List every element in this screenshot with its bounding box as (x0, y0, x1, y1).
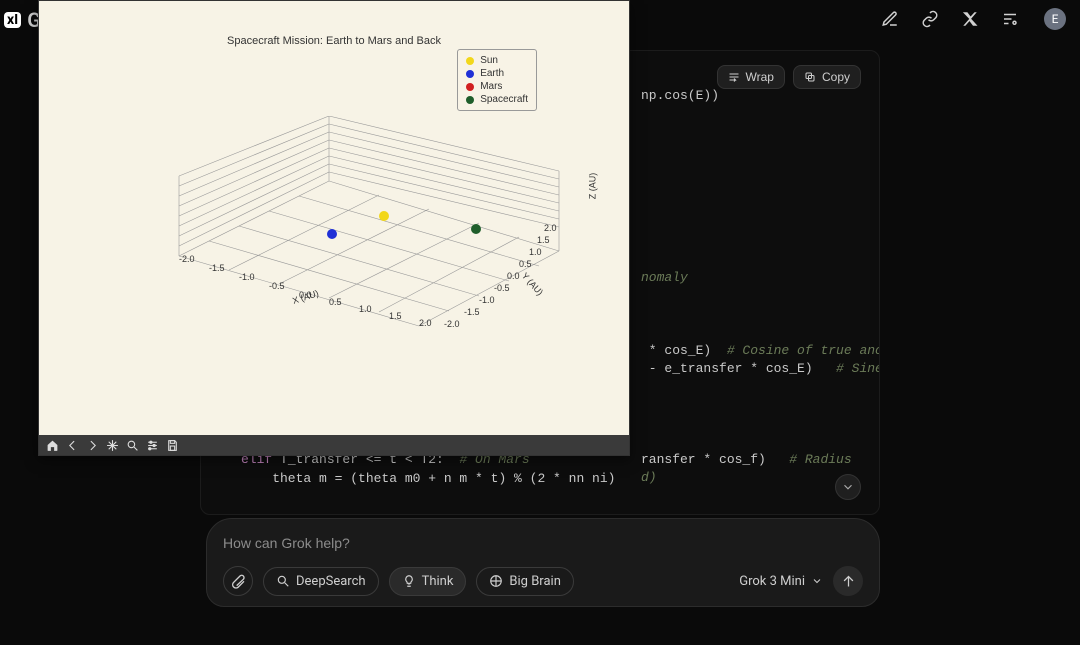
chevron-down-icon (811, 575, 823, 587)
y-tick: -2.0 (444, 319, 460, 329)
y-tick: 1.5 (537, 235, 550, 245)
bigbrain-chip[interactable]: Big Brain (476, 567, 573, 596)
chat-input-toolbar: DeepSearch Think Big Brain Grok 3 Mini (223, 566, 863, 596)
z-axis-label: Z (AU) (587, 173, 597, 200)
point-spacecraft (471, 224, 481, 234)
chat-input[interactable] (223, 535, 863, 551)
y-tick: 0.5 (519, 259, 532, 269)
x-tick: 2.0 (419, 318, 432, 328)
configure-icon[interactable] (143, 436, 161, 454)
legend-label: Sun (480, 54, 498, 67)
point-earth (327, 229, 337, 239)
plot-title: Spacecraft Mission: Earth to Mars and Ba… (39, 35, 629, 47)
matplotlib-window: Spacecraft Mission: Earth to Mars and Ba… (38, 0, 630, 456)
plot-canvas: Spacecraft Mission: Earth to Mars and Ba… (39, 1, 629, 435)
x-tick: 1.0 (359, 304, 372, 314)
bigbrain-label: Big Brain (509, 574, 560, 589)
y-tick: 2.0 (544, 223, 557, 233)
top-header: E (880, 8, 1066, 30)
legend-marker-spacecraft (466, 96, 474, 104)
legend-label: Mars (480, 80, 502, 93)
attach-button[interactable] (223, 566, 253, 596)
forward-icon[interactable] (83, 436, 101, 454)
pan-icon[interactable] (103, 436, 121, 454)
plot-legend: Sun Earth Mars Spacecraft (457, 49, 537, 111)
think-label: Think (422, 574, 454, 589)
home-icon[interactable] (43, 436, 61, 454)
chat-input-area: DeepSearch Think Big Brain Grok 3 Mini (206, 518, 880, 607)
x-tick: -1.0 (239, 272, 255, 282)
compose-icon[interactable] (880, 9, 900, 29)
x-tick: 1.5 (389, 311, 402, 321)
save-icon[interactable] (163, 436, 181, 454)
send-button[interactable] (833, 566, 863, 596)
logo-badge: xI (4, 12, 21, 28)
y-tick: -1.5 (464, 307, 480, 317)
x-tick: -2.0 (179, 254, 195, 264)
matplotlib-toolbar (39, 435, 629, 455)
avatar[interactable]: E (1044, 8, 1066, 30)
legend-label: Earth (480, 67, 504, 80)
think-chip[interactable]: Think (389, 567, 467, 596)
sort-icon[interactable] (1000, 9, 1020, 29)
y-tick: 0.0 (507, 271, 520, 281)
point-sun (379, 211, 389, 221)
y-tick: -0.5 (494, 283, 510, 293)
back-icon[interactable] (63, 436, 81, 454)
link-icon[interactable] (920, 9, 940, 29)
zoom-icon[interactable] (123, 436, 141, 454)
x-tick: -1.5 (209, 263, 225, 273)
collapse-code-button[interactable] (835, 474, 861, 500)
legend-marker-earth (466, 70, 474, 78)
legend-marker-sun (466, 57, 474, 65)
y-tick: 1.0 (529, 247, 542, 257)
deepsearch-label: DeepSearch (296, 574, 366, 589)
legend-marker-mars (466, 83, 474, 91)
x-tick: -0.5 (269, 281, 285, 291)
y-tick: -1.0 (479, 295, 495, 305)
code-fragment-right: np.cos(E)) nomaly * cos_E) # Cosine of t… (641, 69, 880, 506)
app-logo-area: xI G (4, 8, 41, 32)
x-tick: 0.5 (329, 297, 342, 307)
deepsearch-chip[interactable]: DeepSearch (263, 567, 379, 596)
model-selector[interactable]: Grok 3 Mini (739, 574, 823, 589)
x-icon[interactable] (960, 9, 980, 29)
legend-label: Spacecraft (480, 93, 528, 106)
model-label: Grok 3 Mini (739, 574, 805, 589)
